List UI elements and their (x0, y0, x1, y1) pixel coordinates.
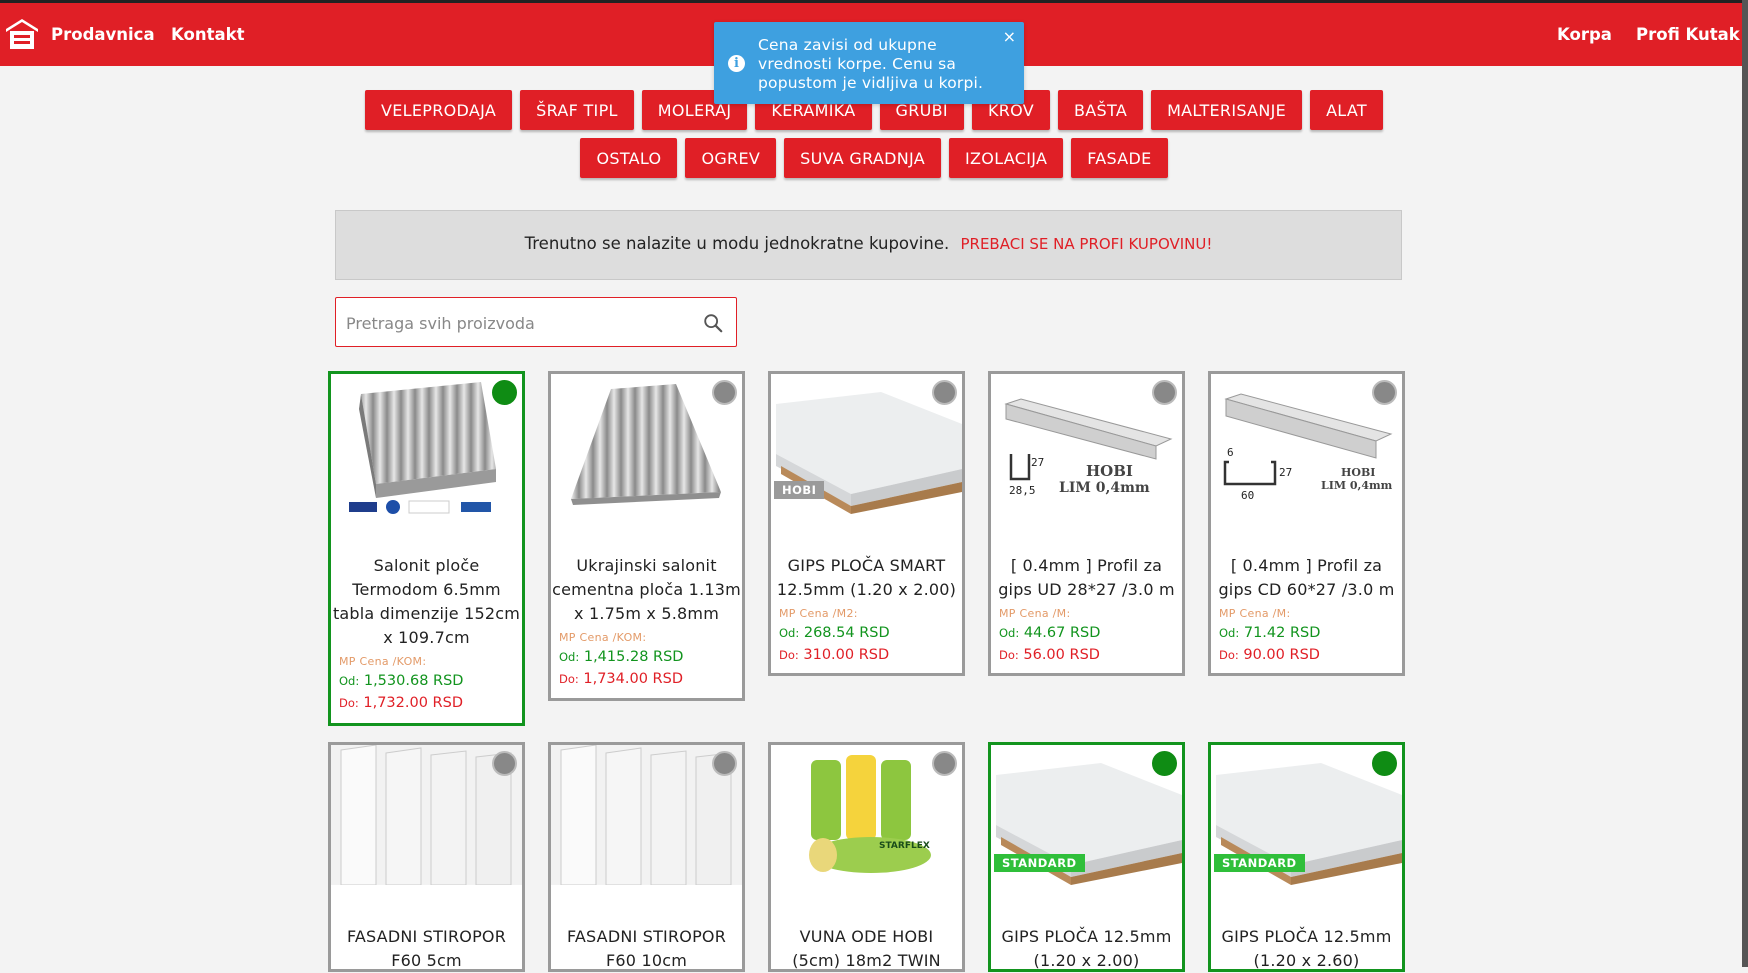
selection-indicator[interactable] (932, 380, 957, 405)
product-image: 28,5 27 HOBI LIM 0,4mm (991, 374, 1182, 514)
product-card[interactable]: FASADNI STIROPOR F60 10cm (548, 742, 745, 972)
price-from: Od: 1,415.28 RSD (559, 649, 684, 665)
price-from: Od: 1,530.68 RSD (339, 673, 464, 689)
dimension-a: 60 (1241, 489, 1255, 502)
price-to: Do: 1,732.00 RSD (339, 695, 463, 711)
category-button[interactable]: MALTERISANJE (1151, 90, 1303, 130)
product-image: STANDARD (1211, 745, 1402, 885)
selection-indicator[interactable] (1372, 380, 1397, 405)
info-toast: i Cena zavisi od ukupne vrednosti korpe.… (714, 22, 1024, 104)
image-caption-1: HOBI (1341, 466, 1376, 479)
price-to: Do: 56.00 RSD (999, 647, 1100, 663)
category-button[interactable]: FASADE (1071, 138, 1168, 178)
product-image (551, 374, 742, 514)
dimension-c: 6 (1227, 446, 1234, 459)
dimension-a: 28,5 (1009, 484, 1036, 497)
product-card[interactable]: STANDARD GIPS PLOČA 12.5mm (1.20 x 2.00) (988, 742, 1185, 972)
price-from: Od: 44.67 RSD (999, 625, 1101, 641)
product-title: Salonit ploče Termodom 6.5mm tabla dimen… (332, 556, 521, 647)
product-card[interactable]: 6 27 60 HOBI LIM 0,4mm [ 0.4mm ] Profil … (1208, 371, 1405, 676)
selection-indicator[interactable] (1152, 380, 1177, 405)
selection-indicator[interactable] (712, 751, 737, 776)
product-image (331, 745, 522, 885)
search-input[interactable] (344, 308, 688, 338)
product-image: STARFLEX (771, 745, 962, 885)
category-button[interactable]: IZOLACIJA (949, 138, 1064, 178)
price-label: MP Cena /KOM: (339, 655, 427, 668)
product-card[interactable]: Ukrajinski salonit cementna ploča 1.13m … (548, 371, 745, 701)
price-label: MP Cena /M: (1219, 607, 1291, 620)
product-title: GIPS PLOČA 12.5mm (1.20 x 2.00) (1001, 927, 1172, 970)
selection-indicator[interactable] (932, 751, 957, 776)
price-from: Od: 71.42 RSD (1219, 625, 1321, 641)
selection-indicator[interactable] (1152, 751, 1177, 776)
category-button[interactable]: SUVA GRADNJA (784, 138, 942, 178)
price-to: Do: 310.00 RSD (779, 647, 890, 663)
product-title: GIPS PLOČA SMART 12.5mm (1.20 x 2.00) (776, 556, 957, 599)
purchase-mode-text: Trenutno se nalazite u modu jednokratne … (524, 234, 950, 253)
purchase-mode-notice: Trenutno se nalazite u modu jednokratne … (335, 210, 1402, 280)
product-tag: HOBI (774, 481, 825, 499)
price-label: MP Cena /M: (999, 607, 1071, 620)
product-card[interactable]: FASADNI STIROPOR F60 5cm (328, 742, 525, 972)
price-label: MP Cena /M2: (779, 607, 858, 620)
product-image: STANDARD (991, 745, 1182, 885)
nav-cart-link[interactable]: Korpa (1557, 3, 1612, 66)
product-image (331, 374, 522, 514)
price-to: Do: 90.00 RSD (1219, 647, 1320, 663)
search-icon[interactable] (702, 312, 724, 334)
product-image: 6 27 60 HOBI LIM 0,4mm (1211, 374, 1402, 514)
nav-profi-link[interactable]: Profi Kutak (1636, 3, 1740, 66)
selection-indicator[interactable] (492, 751, 517, 776)
close-icon[interactable]: × (1003, 27, 1016, 46)
category-button[interactable]: ŠRAF TIPL (520, 90, 634, 130)
category-button[interactable]: BAŠTA (1058, 90, 1144, 130)
product-title: Ukrajinski salonit cementna ploča 1.13m … (552, 556, 741, 623)
nav-shop-link[interactable]: Prodavnica (51, 3, 155, 66)
price-to: Do: 1,734.00 RSD (559, 671, 683, 687)
product-title: FASADNI STIROPOR F60 10cm (566, 927, 727, 970)
product-tag: STANDARD (994, 854, 1085, 872)
category-button[interactable]: ALAT (1310, 90, 1383, 130)
image-caption-1: HOBI (1086, 462, 1133, 480)
image-caption-2: LIM 0,4mm (1321, 479, 1393, 492)
dimension-b: 27 (1031, 456, 1045, 469)
category-button[interactable]: VELEPRODAJA (365, 90, 513, 130)
selection-indicator[interactable] (712, 380, 737, 405)
image-brand: STARFLEX (879, 841, 930, 851)
product-title: GIPS PLOČA 12.5mm (1.20 x 2.60) (1221, 927, 1392, 970)
dimension-b: 27 (1279, 466, 1293, 479)
category-row-2: OSTALO OGREV SUVA GRADNJA IZOLACIJA FASA… (0, 138, 1748, 178)
product-card[interactable]: 28,5 27 HOBI LIM 0,4mm [ 0.4mm ] Profil … (988, 371, 1185, 676)
selection-indicator[interactable] (1372, 751, 1397, 776)
product-title: VUNA ODE HOBI (5cm) 18m2 TWIN (792, 927, 941, 970)
image-caption-2: LIM 0,4mm (1059, 480, 1150, 496)
product-tag: STANDARD (1214, 854, 1305, 872)
product-card[interactable]: Salonit ploče Termodom 6.5mm tabla dimen… (328, 371, 525, 726)
selection-indicator[interactable] (492, 380, 517, 405)
product-image (551, 745, 742, 885)
price-label: MP Cena /KOM: (559, 631, 647, 644)
house-logo-icon[interactable] (4, 15, 40, 51)
info-icon: i (728, 55, 745, 72)
product-card[interactable]: STANDARD GIPS PLOČA 12.5mm (1.20 x 2.60) (1208, 742, 1405, 972)
category-button[interactable]: OSTALO (580, 138, 678, 178)
product-title: [ 0.4mm ] Profil za gips UD 28*27 /3.0 m (998, 556, 1175, 599)
product-image: HOBI (771, 374, 962, 514)
nav-contact-link[interactable]: Kontakt (171, 3, 244, 66)
search-box (335, 297, 737, 347)
category-button[interactable]: OGREV (685, 138, 777, 178)
toast-message: Cena zavisi od ukupne vrednosti korpe. C… (758, 36, 984, 92)
product-title: [ 0.4mm ] Profil za gips CD 60*27 /3.0 m (1218, 556, 1395, 599)
product-card[interactable]: HOBI GIPS PLOČA SMART 12.5mm (1.20 x 2.0… (768, 371, 965, 676)
product-title: FASADNI STIROPOR F60 5cm (346, 927, 507, 970)
price-from: Od: 268.54 RSD (779, 625, 890, 641)
switch-to-profi-link[interactable]: PREBACI SE NA PROFI KUPOVINU! (960, 235, 1212, 253)
product-card[interactable]: STARFLEX VUNA ODE HOBI (5cm) 18m2 TWIN (768, 742, 965, 972)
